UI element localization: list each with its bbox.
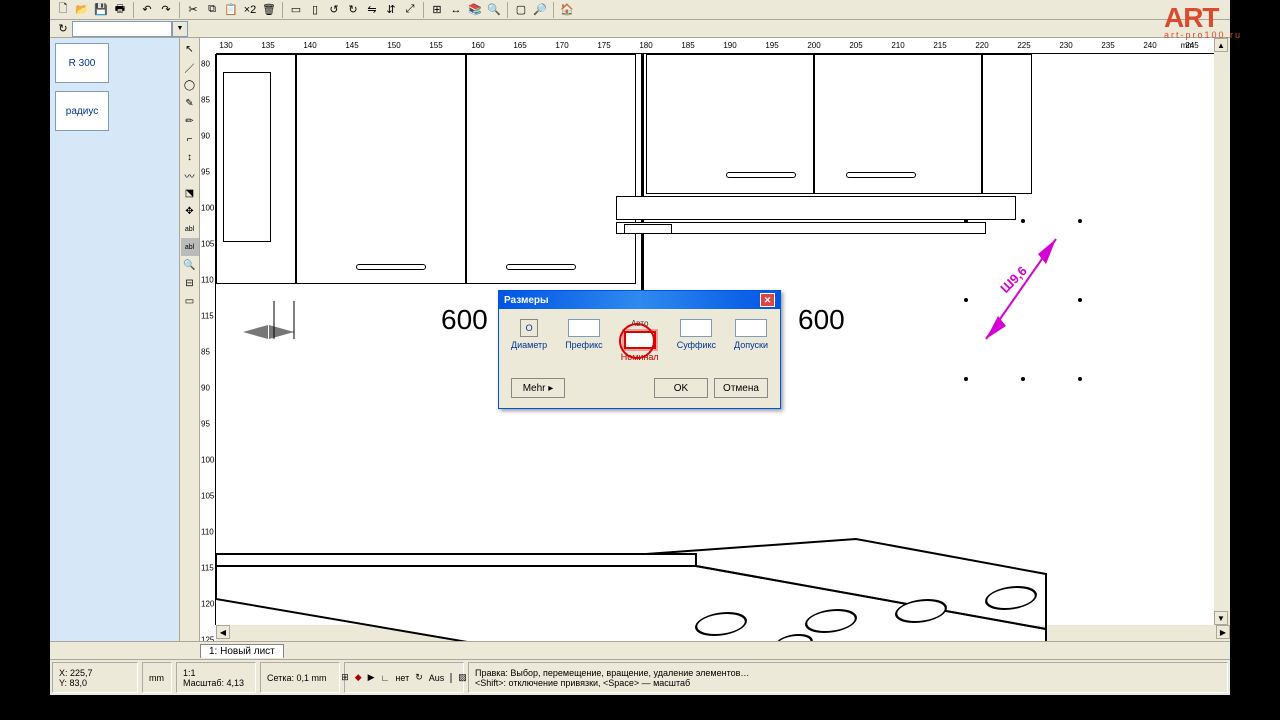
- text2-icon[interactable]: abl: [181, 238, 199, 256]
- status-bar: X: 225,7Y: 83,0 mm 1:1Масштаб: 4,13 Сетк…: [50, 659, 1230, 695]
- grid-icon[interactable]: ⊞: [428, 1, 446, 19]
- vertical-ruler: 8085909510010511011585909510010511011512…: [200, 54, 216, 625]
- ok-button[interactable]: OK: [654, 378, 708, 398]
- label-tolerance: Допуски: [734, 340, 768, 350]
- spline-icon[interactable]: 〰: [181, 166, 199, 184]
- text-icon[interactable]: abl: [181, 220, 199, 238]
- front-icon[interactable]: ▭: [287, 1, 305, 19]
- auto-label: Авто: [631, 319, 648, 328]
- catalog-icon[interactable]: 📚: [466, 1, 484, 19]
- symbols-combo[interactable]: Значки ▼: [72, 21, 188, 37]
- symbols-panel: R 300 радиус: [50, 38, 180, 641]
- dim-2: 600: [798, 304, 845, 336]
- search-icon[interactable]: 🔎: [531, 1, 549, 19]
- undo-icon[interactable]: ↶: [138, 1, 156, 19]
- symbol-cell-1[interactable]: R 300: [55, 43, 109, 83]
- scroll-down-icon[interactable]: ▼: [1214, 611, 1228, 625]
- dimension-dialog: Размеры ✕ O Диаметр Префикс Авто Номинал…: [498, 290, 781, 409]
- cancel-button[interactable]: Отмена: [714, 378, 768, 398]
- status-scale: 1:1Масштаб: 4,13: [176, 662, 256, 693]
- chevron-down-icon[interactable]: ▼: [172, 21, 188, 37]
- pointer-icon[interactable]: ↖: [181, 40, 199, 58]
- main-toolbar: 🗋 📂 💾 🖶 ↶ ↷ ✂ ⧉ 📋 ×2 🗑 ▭ ▯ ↺ ↻ ⇋ ⇵ ⤢ ⊞ ↔…: [50, 0, 1230, 20]
- prefix-input[interactable]: [568, 319, 600, 337]
- status-grid: Сетка: 0,1 mm: [260, 662, 340, 693]
- corner-icon[interactable]: ⬔: [181, 184, 199, 202]
- suffix-input[interactable]: [680, 319, 712, 337]
- nominal-input[interactable]: [624, 331, 656, 349]
- rect-icon[interactable]: ▢: [512, 1, 530, 19]
- save-icon[interactable]: 💾: [92, 1, 110, 19]
- rect-tool-icon[interactable]: ▭: [181, 292, 199, 310]
- zoomout-icon[interactable]: ⊟: [181, 274, 199, 292]
- mirror-v-icon[interactable]: ⇵: [382, 1, 400, 19]
- copy-icon[interactable]: ⧉: [203, 1, 221, 19]
- new-icon[interactable]: 🗋: [54, 1, 72, 19]
- status-coords: X: 225,7Y: 83,0: [52, 662, 138, 693]
- combo-bar: ↻ Значки ▼: [50, 20, 1230, 38]
- paste-icon[interactable]: 📋: [222, 1, 240, 19]
- dimension-icon[interactable]: ↕: [181, 148, 199, 166]
- dim-diag: Ш9,6: [997, 263, 1030, 296]
- scroll-right-icon[interactable]: ▶: [1216, 625, 1230, 639]
- refresh-icon[interactable]: ↻: [54, 20, 72, 38]
- x2-icon[interactable]: ×2: [241, 1, 259, 19]
- find-icon[interactable]: 🔍: [485, 1, 503, 19]
- polyline-icon[interactable]: ⌐: [181, 130, 199, 148]
- horizontal-ruler: mm 1301351401451501551601651701751801851…: [216, 38, 1214, 54]
- dialog-title-bar[interactable]: Размеры ✕: [499, 291, 780, 309]
- rotate-l-icon[interactable]: ↺: [325, 1, 343, 19]
- home-icon[interactable]: 🏠: [558, 1, 576, 19]
- move-icon[interactable]: ✥: [181, 202, 199, 220]
- mehr-button[interactable]: Mehr ▸: [511, 378, 565, 398]
- print-icon[interactable]: 🖶: [111, 1, 129, 19]
- pencil-icon[interactable]: ✏: [181, 112, 199, 130]
- dim-1: 600: [441, 304, 488, 336]
- ellipse-icon[interactable]: ◯: [181, 76, 199, 94]
- pen-icon[interactable]: ✎: [181, 94, 199, 112]
- close-icon[interactable]: ✕: [760, 293, 775, 307]
- line-icon[interactable]: ／: [181, 58, 199, 76]
- label-nominal: Номинал: [621, 352, 659, 362]
- mirror-h-icon[interactable]: ⇋: [363, 1, 381, 19]
- scroll-up-icon[interactable]: ▲: [1214, 38, 1228, 52]
- delete-icon[interactable]: 🗑: [260, 1, 278, 19]
- tolerance-input[interactable]: [735, 319, 767, 337]
- status-snap: ⊞◆▶ ∟нет ↻Aus ▨: [344, 662, 464, 693]
- dialog-title: Размеры: [504, 295, 549, 306]
- diameter-btn[interactable]: O: [520, 319, 538, 337]
- zoom-icon[interactable]: 🔍: [181, 256, 199, 274]
- combo-input[interactable]: Значки: [72, 21, 172, 37]
- status-mm: mm: [142, 662, 172, 693]
- cut-icon[interactable]: ✂: [184, 1, 202, 19]
- sheet-tabs: 1: Новый лист: [50, 641, 1230, 659]
- open-icon[interactable]: 📂: [73, 1, 91, 19]
- tab-sheet-1[interactable]: 1: Новый лист: [200, 644, 284, 658]
- scroll-left-icon[interactable]: ◀: [216, 625, 230, 639]
- label-suffix: Суффикс: [677, 340, 716, 350]
- label-prefix: Префикс: [565, 340, 602, 350]
- dim-icon[interactable]: ↔: [447, 1, 465, 19]
- rotate-r-icon[interactable]: ↻: [344, 1, 362, 19]
- back-icon[interactable]: ▯: [306, 1, 324, 19]
- label-diameter: Диаметр: [511, 340, 547, 350]
- vertical-scrollbar[interactable]: ▲ ▼: [1214, 38, 1230, 625]
- flip-icon[interactable]: ⤢: [401, 1, 419, 19]
- status-hint: Правка: Выбор, перемещение, вращение, уд…: [468, 662, 1228, 693]
- redo-icon[interactable]: ↷: [157, 1, 175, 19]
- logo: ART art-pro100.ru: [1164, 2, 1242, 40]
- symbol-cell-2[interactable]: радиус: [55, 91, 109, 131]
- tool-toolbar: ↖ ／ ◯ ✎ ✏ ⌐ ↕ 〰 ⬔ ✥ abl abl 🔍 ⊟ ▭: [180, 38, 200, 641]
